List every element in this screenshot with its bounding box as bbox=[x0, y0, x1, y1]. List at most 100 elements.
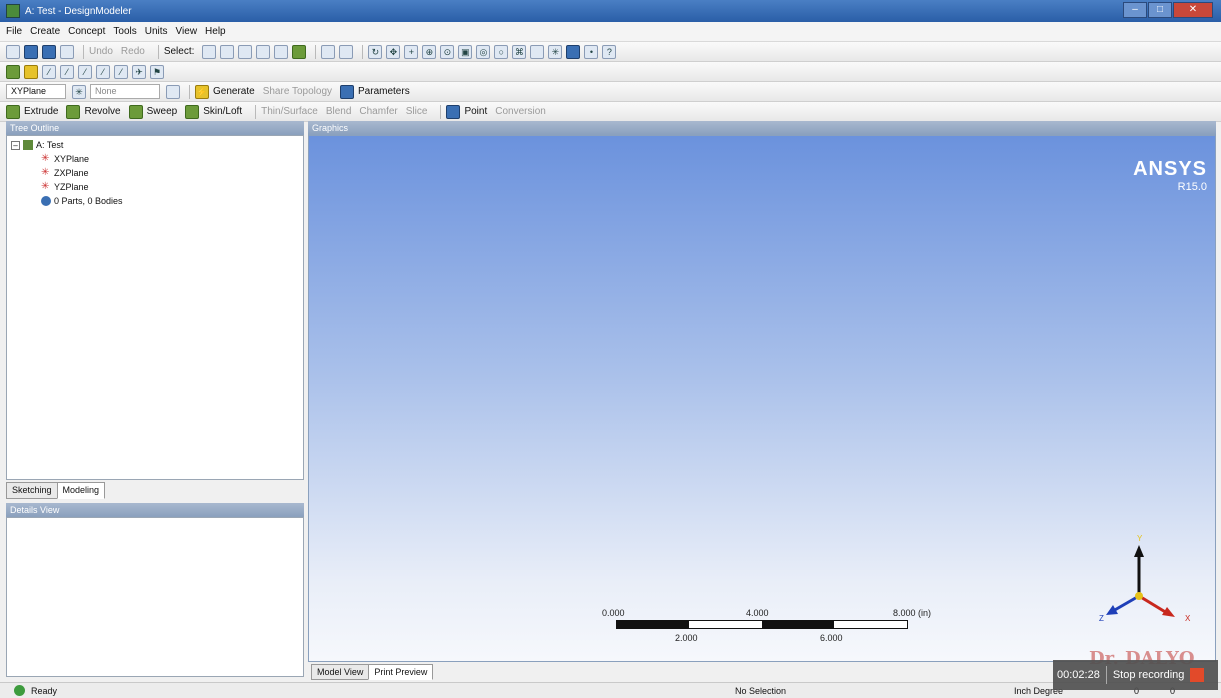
scale-label: 2.000 bbox=[675, 633, 698, 643]
tab-sketching[interactable]: Sketching bbox=[6, 482, 58, 499]
edge-style-icon[interactable]: ⁄ bbox=[60, 64, 74, 79]
menu-help[interactable]: Help bbox=[205, 26, 226, 37]
scale-segment bbox=[617, 621, 689, 628]
new-icon[interactable] bbox=[6, 44, 20, 59]
zoom-window-icon[interactable]: ▣ bbox=[458, 44, 473, 59]
share-topology-button[interactable]: Share Topology bbox=[263, 86, 332, 97]
tab-modeling[interactable]: Modeling bbox=[56, 482, 106, 499]
sweep-button[interactable]: Sweep bbox=[147, 106, 178, 117]
menu-units[interactable]: Units bbox=[145, 26, 168, 37]
extend-selection-icon[interactable] bbox=[321, 44, 336, 59]
display-icon[interactable] bbox=[530, 44, 545, 59]
tree-item-yzplane[interactable]: ✳ YZPlane bbox=[41, 182, 89, 193]
plane-toolbar: XYPlane ✳ None ⚡ Generate Share Topology… bbox=[0, 82, 1221, 102]
tree-item-parts[interactable]: 0 Parts, 0 Bodies bbox=[41, 196, 123, 206]
export-icon[interactable] bbox=[42, 44, 56, 59]
select-faces-icon[interactable] bbox=[274, 44, 289, 59]
face-color-icon[interactable] bbox=[24, 64, 38, 79]
axis-y-label: Y bbox=[1137, 534, 1143, 543]
sketch-select[interactable]: None bbox=[90, 84, 160, 99]
sketch-toolbar: ⁄ ⁄ ⁄ ⁄ ⁄ ✈ ⚑ bbox=[0, 62, 1221, 82]
graphics-viewport[interactable]: ANSYS R15.0 0.000 4.000 8.000 (in) 2.000… bbox=[308, 135, 1216, 669]
box-zoom-icon[interactable]: ⊕ bbox=[422, 44, 437, 59]
stop-recording-button[interactable]: Stop recording bbox=[1113, 669, 1185, 681]
look-at-icon[interactable]: ⌘ bbox=[512, 44, 527, 59]
select-bodies-icon[interactable] bbox=[292, 44, 307, 59]
conversion-button[interactable]: Conversion bbox=[495, 106, 546, 117]
screenshot-icon[interactable] bbox=[60, 44, 74, 59]
recording-time: 00:02:28 bbox=[1057, 669, 1100, 681]
blend-button[interactable]: Blend bbox=[326, 106, 352, 117]
select-filter-icon[interactable] bbox=[220, 44, 235, 59]
graphics-tabs: Model View Print Preview bbox=[311, 664, 434, 680]
undo-button[interactable]: Undo bbox=[89, 46, 113, 57]
edge-style-icon[interactable]: ⁄ bbox=[96, 64, 110, 79]
menu-file[interactable]: File bbox=[6, 26, 22, 37]
rotate-icon[interactable]: ↻ bbox=[368, 44, 383, 59]
zoom-fit-icon[interactable]: ⊙ bbox=[440, 44, 455, 59]
select-points-icon[interactable] bbox=[238, 44, 253, 59]
axis-x-label: X bbox=[1185, 614, 1191, 623]
maximize-button[interactable]: □ bbox=[1148, 2, 1172, 18]
main-toolbar: Undo Redo Select: ↻ ✥ + ⊕ ⊙ ▣ ◎ ○ ⌘ ✳ • … bbox=[0, 42, 1221, 62]
axis-triad[interactable]: Y X Z bbox=[1099, 531, 1199, 631]
pin-icon[interactable]: ✈ bbox=[132, 64, 146, 79]
tab-model-view[interactable]: Model View bbox=[311, 664, 370, 680]
ansys-release: R15.0 bbox=[1177, 181, 1207, 193]
skin-loft-icon bbox=[185, 104, 200, 119]
parameters-button[interactable]: Parameters bbox=[358, 86, 410, 97]
plane-select[interactable]: XYPlane bbox=[6, 84, 66, 99]
flag-icon[interactable]: ⚑ bbox=[150, 64, 164, 79]
tree-item-xyplane[interactable]: ✳ XYPlane bbox=[41, 153, 89, 165]
new-sketch-icon[interactable] bbox=[166, 84, 180, 99]
scale-label: 0.000 bbox=[602, 608, 625, 618]
help-icon[interactable]: ? bbox=[602, 44, 617, 59]
separator bbox=[83, 44, 84, 59]
edge-style-icon[interactable]: ⁄ bbox=[114, 64, 128, 79]
pan-icon[interactable]: ✥ bbox=[386, 44, 401, 59]
sweep-icon bbox=[128, 104, 143, 119]
zoom-icon[interactable]: + bbox=[404, 44, 419, 59]
parameters-icon bbox=[340, 84, 355, 99]
select-edges-icon[interactable] bbox=[256, 44, 271, 59]
point-icon[interactable]: • bbox=[584, 44, 599, 59]
extrude-button[interactable]: Extrude bbox=[24, 106, 58, 117]
tree-item-zxplane[interactable]: ✳ ZXPlane bbox=[41, 168, 89, 179]
edge-style-icon[interactable]: ⁄ bbox=[78, 64, 92, 79]
new-plane-icon[interactable]: ✳ bbox=[72, 84, 86, 99]
edge-style-icon[interactable]: ⁄ bbox=[42, 64, 56, 79]
menu-view[interactable]: View bbox=[176, 26, 198, 37]
stop-icon[interactable] bbox=[1190, 668, 1205, 682]
axis-z-label: Z bbox=[1099, 614, 1104, 623]
skin-loft-button[interactable]: Skin/Loft bbox=[203, 106, 242, 117]
tree-outline-panel: – A: Test ✳ XYPlane ✳ ZXPlane ✳ YZPlane … bbox=[6, 135, 304, 480]
chamfer-button[interactable]: Chamfer bbox=[359, 106, 397, 117]
close-button[interactable]: ✕ bbox=[1173, 2, 1213, 18]
details-view-header: Details View bbox=[6, 503, 304, 517]
revolve-button[interactable]: Revolve bbox=[84, 106, 120, 117]
tree-root[interactable]: – A: Test bbox=[11, 140, 63, 150]
zoom-out-icon[interactable]: ○ bbox=[494, 44, 509, 59]
menu-tools[interactable]: Tools bbox=[113, 26, 136, 37]
body-color-icon[interactable] bbox=[6, 64, 20, 79]
expand-icon[interactable] bbox=[339, 44, 354, 59]
plane-icon: ✳ bbox=[41, 153, 50, 164]
point-button[interactable]: Point bbox=[464, 106, 487, 117]
display-model-icon[interactable] bbox=[566, 44, 581, 59]
menu-create[interactable]: Create bbox=[30, 26, 60, 37]
menu-concept[interactable]: Concept bbox=[68, 26, 105, 37]
zoom-in-icon[interactable]: ◎ bbox=[476, 44, 491, 59]
tree-item-label: YZPlane bbox=[54, 182, 89, 192]
thin-surface-button[interactable]: Thin/Surface bbox=[261, 106, 318, 117]
tab-print-preview[interactable]: Print Preview bbox=[368, 664, 434, 680]
minimize-button[interactable]: – bbox=[1123, 2, 1147, 18]
ansys-logo: ANSYS R15.0 bbox=[1133, 158, 1207, 193]
generate-button[interactable]: Generate bbox=[213, 86, 255, 97]
triad-toggle-icon[interactable]: ✳ bbox=[548, 44, 563, 59]
collapse-icon[interactable]: – bbox=[11, 140, 20, 150]
redo-button[interactable]: Redo bbox=[121, 46, 145, 57]
scale-label: 4.000 bbox=[746, 608, 769, 618]
save-icon[interactable] bbox=[24, 44, 38, 59]
slice-button[interactable]: Slice bbox=[406, 106, 428, 117]
select-mode-icon[interactable] bbox=[202, 44, 217, 59]
